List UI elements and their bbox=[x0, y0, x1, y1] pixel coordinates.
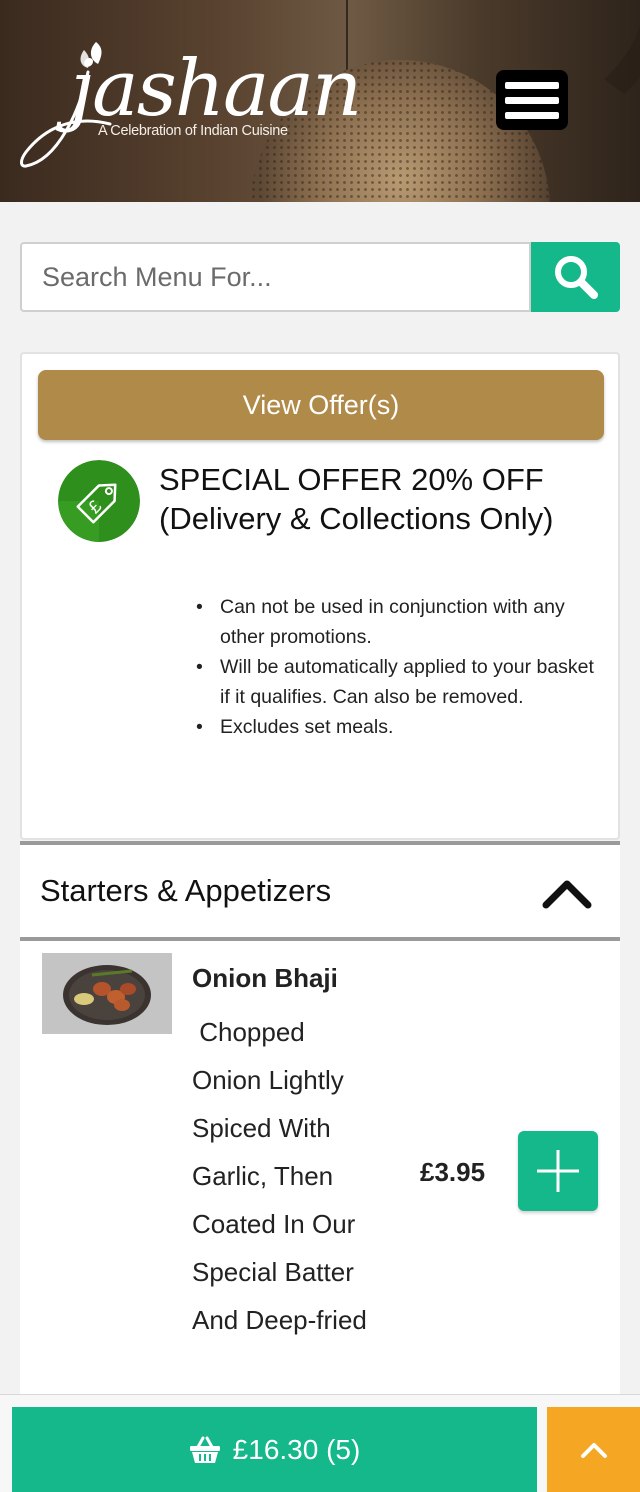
item-description: Chopped Onion Lightly Spiced With Garlic… bbox=[192, 1017, 367, 1335]
offer-title: SPECIAL OFFER 20% OFF (Delivery & Collec… bbox=[159, 462, 554, 536]
restaurant-logo[interactable]: jashaan A Celebration of Indian Cuisine bbox=[18, 20, 362, 170]
basket-total: £16.30 (5) bbox=[232, 1434, 361, 1465]
scroll-to-top-button[interactable] bbox=[547, 1407, 640, 1492]
offer-term: Can not be used in conjunction with any … bbox=[194, 592, 594, 652]
header-banner: jashaan A Celebration of Indian Cuisine bbox=[0, 0, 640, 202]
plus-icon bbox=[537, 1150, 579, 1192]
hamburger-menu-button[interactable] bbox=[496, 70, 568, 130]
search-button[interactable] bbox=[531, 242, 620, 312]
bottom-bar: £16.30 (5) bbox=[0, 1394, 640, 1492]
search-input[interactable] bbox=[20, 242, 531, 312]
basket-icon bbox=[189, 1436, 220, 1463]
offer-term: Will be automatically applied to your ba… bbox=[194, 652, 594, 712]
price-tag-pound-icon: £ bbox=[58, 460, 140, 542]
onion-bhaji-photo[interactable] bbox=[42, 953, 172, 1034]
category-title: Starters & Appetizers bbox=[40, 873, 332, 908]
view-offers-button[interactable]: View Offer(s) bbox=[38, 370, 604, 440]
logo-wordmark: jashaan bbox=[70, 44, 362, 134]
item-price: £3.95 bbox=[420, 1157, 486, 1187]
add-to-basket-button[interactable] bbox=[518, 1131, 598, 1211]
menu-item: Onion Bhaji Chopped Onion Lightly Spiced… bbox=[20, 941, 620, 1411]
offer-term: Excludes set meals. bbox=[194, 712, 594, 742]
view-basket-button[interactable]: £16.30 (5) bbox=[12, 1407, 537, 1492]
category-header-starters[interactable]: Starters & Appetizers bbox=[20, 841, 620, 941]
offer-terms-list: Can not be used in conjunction with any … bbox=[194, 592, 594, 742]
chevron-up-icon bbox=[580, 1443, 607, 1458]
search-icon bbox=[554, 256, 598, 299]
item-name: Onion Bhaji bbox=[192, 963, 338, 993]
hamburger-menu-icon bbox=[505, 81, 559, 89]
offer-panel: View Offer(s) £ SPECIAL OFFER 20% OFF (D… bbox=[20, 352, 620, 840]
chevron-up-icon bbox=[542, 880, 592, 909]
logo-tagline: A Celebration of Indian Cuisine bbox=[98, 123, 288, 139]
